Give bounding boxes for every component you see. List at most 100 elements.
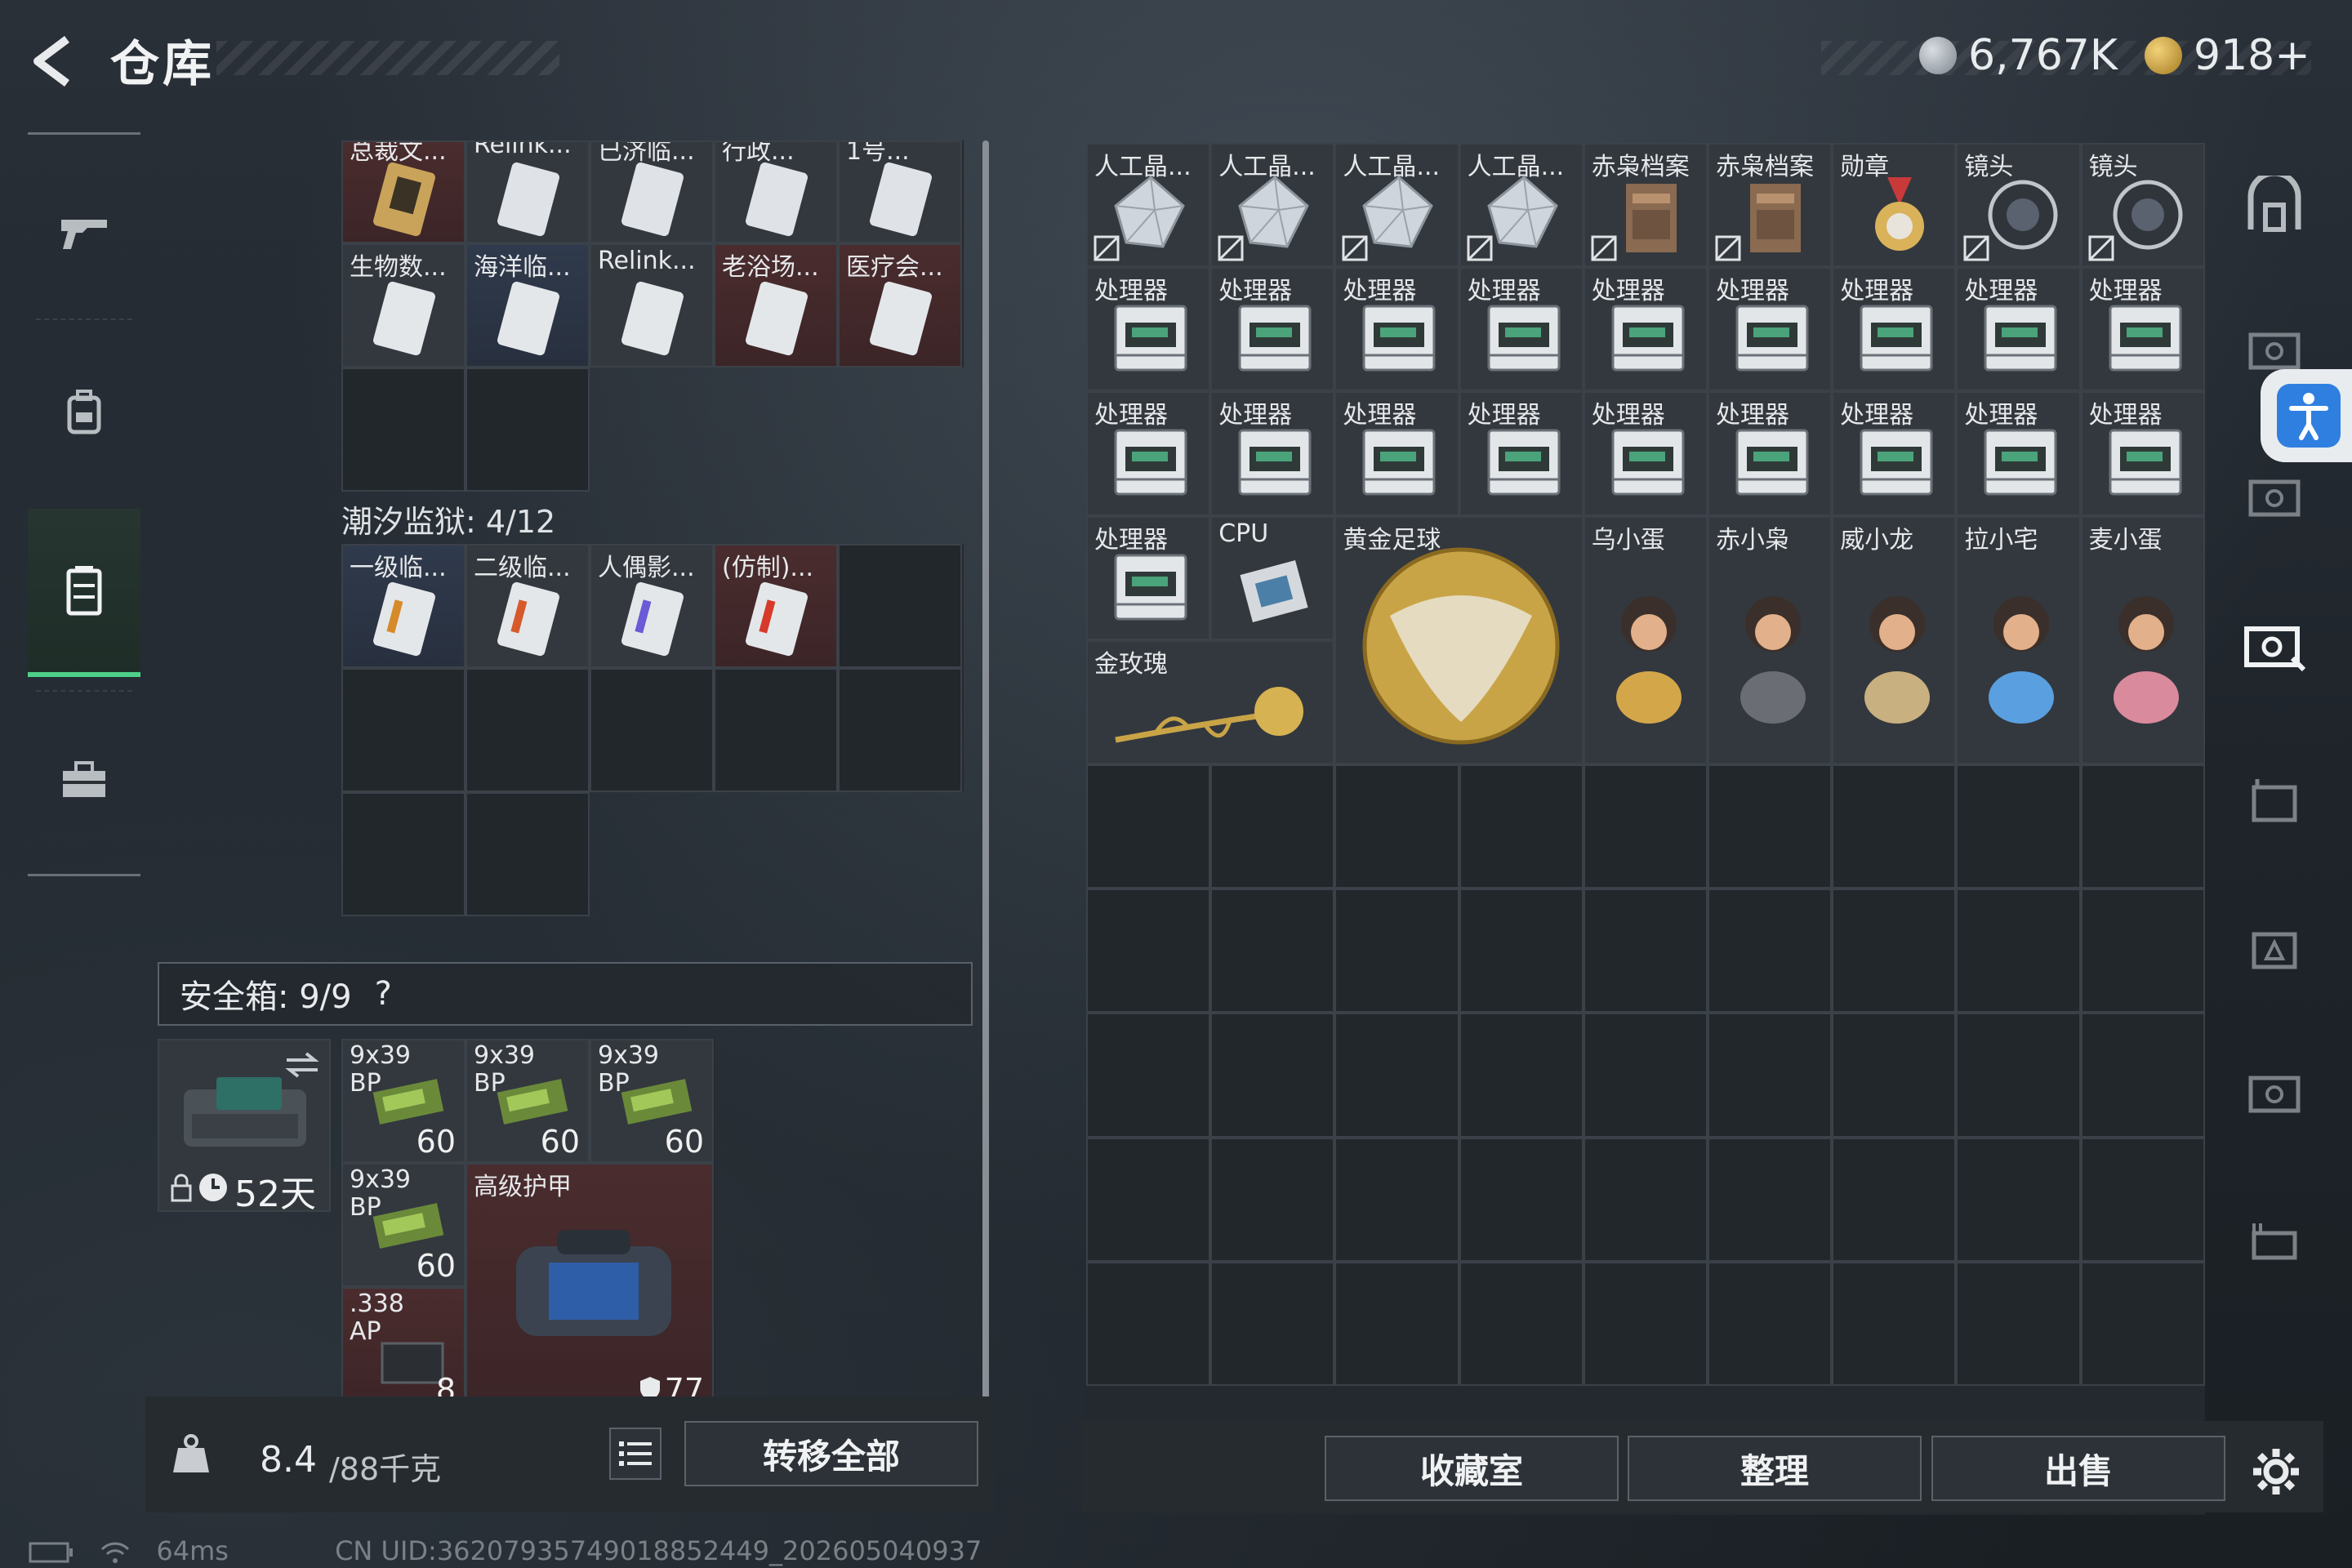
- item-cell[interactable]: 二级临...: [466, 544, 590, 668]
- item-cell[interactable]: 医疗会...: [838, 243, 962, 368]
- empty-slot[interactable]: [1086, 1013, 1211, 1138]
- processor-item[interactable]: 处理器: [1334, 267, 1459, 392]
- processor-item[interactable]: 处理器: [1708, 267, 1833, 392]
- processor-item[interactable]: 处理器: [1086, 515, 1211, 640]
- sell-button[interactable]: 出售: [1931, 1436, 2225, 1501]
- empty-slot[interactable]: [1832, 1013, 1957, 1138]
- processor-item[interactable]: 处理器: [1086, 391, 1211, 516]
- item-cell[interactable]: 已济临...: [590, 140, 714, 243]
- empty-slot[interactable]: [466, 668, 590, 792]
- item-cell[interactable]: 赤枭档案: [1583, 143, 1708, 268]
- empty-slot[interactable]: [2080, 1261, 2205, 1386]
- item-cell[interactable]: 生物数...: [341, 243, 466, 368]
- empty-slot[interactable]: [341, 668, 466, 792]
- currency-2[interactable]: 918+: [2145, 31, 2310, 80]
- empty-slot[interactable]: [341, 792, 466, 916]
- nav-storage-6[interactable]: [2230, 1033, 2319, 1156]
- empty-slot[interactable]: [1459, 1137, 1584, 1262]
- empty-slot[interactable]: [1086, 1137, 1211, 1262]
- item-cell[interactable]: 人工晶...: [1210, 143, 1335, 268]
- empty-slot[interactable]: [1956, 1261, 2081, 1386]
- empty-slot[interactable]: [1334, 889, 1459, 1013]
- empty-slot[interactable]: [1956, 1137, 2081, 1262]
- empty-slot[interactable]: [714, 668, 838, 792]
- processor-item[interactable]: 处理器: [1459, 391, 1584, 516]
- item-cell[interactable]: 老浴场...: [714, 243, 838, 368]
- item-cell[interactable]: 海洋临...: [466, 243, 590, 368]
- accessibility-tab[interactable]: [2261, 369, 2352, 462]
- empty-slot[interactable]: [838, 668, 962, 792]
- swap-arrows-icon[interactable]: [282, 1049, 323, 1081]
- ammo-item[interactable]: 9x39 BP 60: [590, 1039, 714, 1163]
- empty-slot[interactable]: [1459, 889, 1584, 1013]
- collection-room-button[interactable]: 收藏室: [1325, 1436, 1619, 1501]
- item-cell[interactable]: 镜头: [2080, 143, 2205, 268]
- item-cell[interactable]: 镜头: [1956, 143, 2081, 268]
- empty-slot[interactable]: [341, 368, 466, 492]
- empty-slot[interactable]: [466, 792, 590, 916]
- nav-backpack[interactable]: [28, 331, 140, 494]
- empty-slot[interactable]: [2080, 889, 2205, 1013]
- empty-slot[interactable]: [1583, 764, 1708, 889]
- help-icon[interactable]: ?: [375, 975, 392, 1013]
- item-cell[interactable]: 人工晶...: [1334, 143, 1459, 268]
- list-view-button[interactable]: [609, 1428, 662, 1480]
- currency-1[interactable]: 6,767K: [1919, 31, 2118, 80]
- processor-item[interactable]: 处理器: [1459, 267, 1584, 392]
- empty-slot[interactable]: [1708, 1261, 1833, 1386]
- empty-slot[interactable]: [466, 368, 590, 492]
- processor-item[interactable]: 处理器: [1334, 391, 1459, 516]
- processor-item[interactable]: 处理器: [2080, 391, 2205, 516]
- nav-storage-4[interactable]: [2230, 739, 2319, 862]
- empty-slot[interactable]: [1459, 1261, 1584, 1386]
- figurine-item[interactable]: 威小龙: [1832, 515, 1957, 764]
- empty-slot[interactable]: [2080, 764, 2205, 889]
- empty-slot[interactable]: [838, 544, 962, 668]
- empty-slot[interactable]: [1583, 1137, 1708, 1262]
- empty-slot[interactable]: [1086, 1261, 1211, 1386]
- ammo-item[interactable]: .338 AP 8: [341, 1287, 466, 1411]
- processor-item[interactable]: 处理器: [1210, 391, 1335, 516]
- empty-slot[interactable]: [1832, 1261, 1957, 1386]
- nav-safehouse[interactable]: [2230, 143, 2319, 265]
- empty-slot[interactable]: [1086, 764, 1211, 889]
- figurine-item[interactable]: 麦小蛋: [2080, 515, 2205, 764]
- processor-item[interactable]: 处理器: [1086, 267, 1211, 392]
- nav-weapon[interactable]: [28, 151, 140, 314]
- empty-slot[interactable]: [1210, 1013, 1335, 1138]
- cpu-item[interactable]: CPU: [1210, 515, 1335, 640]
- processor-item[interactable]: 处理器: [1583, 267, 1708, 392]
- ammo-item[interactable]: 9x39 BP 60: [341, 1163, 466, 1287]
- empty-slot[interactable]: [1334, 1013, 1459, 1138]
- processor-item[interactable]: 处理器: [1956, 267, 2081, 392]
- processor-item[interactable]: 处理器: [1583, 391, 1708, 516]
- item-cell[interactable]: 人偶影...: [590, 544, 714, 668]
- item-cell[interactable]: Relink...: [590, 243, 714, 368]
- nav-storage-7[interactable]: [2230, 1180, 2319, 1303]
- back-arrow-icon[interactable]: [24, 33, 82, 90]
- empty-slot[interactable]: [1210, 889, 1335, 1013]
- empty-slot[interactable]: [1708, 1013, 1833, 1138]
- empty-slot[interactable]: [1334, 1137, 1459, 1262]
- armor-item[interactable]: 高级护甲 77: [466, 1163, 714, 1411]
- empty-slot[interactable]: [590, 668, 714, 792]
- gear-icon[interactable]: [2250, 1446, 2302, 1498]
- nav-storage-5[interactable]: [2230, 886, 2319, 1009]
- item-cell[interactable]: 一级临...: [341, 544, 466, 668]
- golden-football-item[interactable]: 黄金足球: [1334, 515, 1584, 764]
- empty-slot[interactable]: [1956, 764, 2081, 889]
- item-cell[interactable]: 赤枭档案: [1708, 143, 1833, 268]
- empty-slot[interactable]: [1956, 889, 2081, 1013]
- item-cell[interactable]: 人工晶...: [1459, 143, 1584, 268]
- processor-item[interactable]: 处理器: [1832, 391, 1957, 516]
- empty-slot[interactable]: [1334, 764, 1459, 889]
- empty-slot[interactable]: [1832, 1137, 1957, 1262]
- empty-slot[interactable]: [1583, 1261, 1708, 1386]
- empty-slot[interactable]: [2080, 1137, 2205, 1262]
- empty-slot[interactable]: [1832, 764, 1957, 889]
- item-cell[interactable]: 1号...: [838, 140, 962, 243]
- sort-button[interactable]: 整理: [1628, 1436, 1922, 1501]
- empty-slot[interactable]: [1583, 889, 1708, 1013]
- empty-slot[interactable]: [1086, 889, 1211, 1013]
- nav-locker[interactable]: [28, 509, 140, 677]
